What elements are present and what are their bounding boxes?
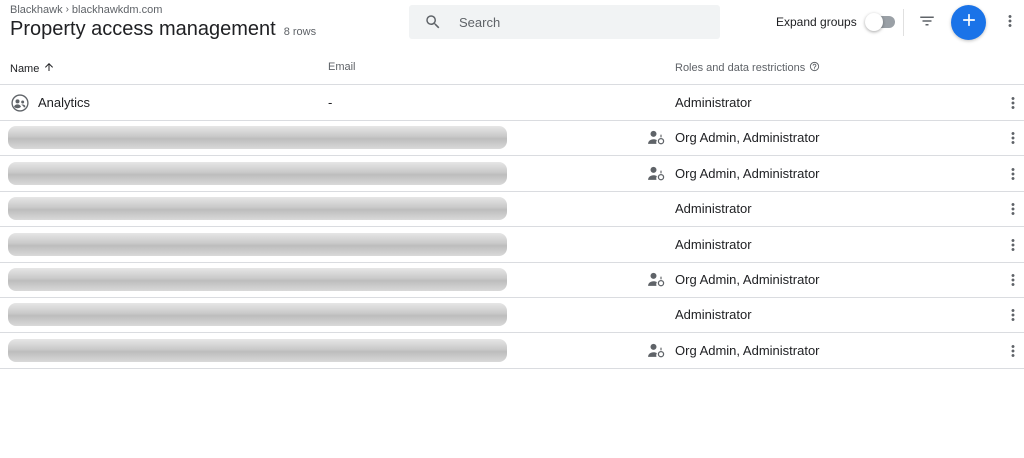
row-more-button[interactable] bbox=[1003, 234, 1023, 256]
row-count: 8 rows bbox=[283, 26, 317, 38]
toolbar-divider bbox=[903, 9, 904, 36]
row-more-button[interactable] bbox=[1003, 198, 1023, 220]
filter-button[interactable] bbox=[916, 12, 938, 34]
redacted-user-name bbox=[8, 126, 507, 150]
row-more-button[interactable] bbox=[1003, 163, 1023, 185]
roles-cell: Administrator bbox=[675, 201, 752, 217]
more-vert-icon bbox=[1004, 342, 1022, 360]
more-vert-icon bbox=[1004, 94, 1022, 112]
row-more-button[interactable] bbox=[1003, 127, 1023, 149]
redacted-user-name bbox=[8, 161, 507, 185]
help-icon[interactable] bbox=[809, 61, 820, 75]
user-name: Analytics bbox=[38, 95, 91, 110]
expand-groups-label: Expand groups bbox=[776, 15, 857, 29]
more-vert-icon bbox=[1004, 165, 1022, 183]
row-more-button[interactable] bbox=[1003, 304, 1023, 326]
redacted-user-name bbox=[8, 338, 507, 362]
table-row[interactable]: Administrator bbox=[0, 227, 1024, 263]
column-header-email-label: Email bbox=[328, 61, 356, 73]
org-admin-icon bbox=[646, 128, 666, 148]
breadcrumb-separator: › bbox=[65, 4, 69, 15]
org-admin-icon bbox=[646, 270, 666, 290]
roles-cell: Org Admin, Administrator bbox=[675, 272, 820, 287]
column-header-name-label: Name bbox=[10, 62, 40, 75]
breadcrumb: Blackhawk › blackhawkdm.com bbox=[10, 4, 162, 16]
roles-cell: Org Admin, Administrator bbox=[675, 165, 820, 181]
title-row: Property access management 8 rows bbox=[10, 17, 316, 41]
table-row[interactable]: Org Admin, Administrator bbox=[0, 120, 1024, 157]
search-input[interactable] bbox=[457, 13, 691, 31]
redacted-user-name bbox=[8, 303, 507, 327]
column-header-name[interactable]: Name bbox=[10, 61, 55, 76]
roles-cell: Org Admin, Administrator bbox=[675, 130, 820, 146]
more-vert-icon bbox=[1004, 271, 1022, 289]
more-vert-icon bbox=[1004, 236, 1022, 254]
breadcrumb-account[interactable]: Blackhawk bbox=[10, 4, 63, 16]
table-row[interactable]: Org Admin, Administrator bbox=[0, 156, 1024, 192]
org-admin-icon bbox=[646, 341, 666, 361]
redacted-user-name bbox=[8, 268, 507, 291]
roles-cell: Org Admin, Administrator bbox=[675, 342, 820, 358]
more-vert-icon bbox=[1001, 12, 1019, 35]
table-row[interactable]: Org Admin, Administrator bbox=[0, 262, 1024, 298]
more-vert-icon bbox=[1004, 129, 1022, 147]
roles-cell: Administrator bbox=[675, 95, 752, 110]
table-row[interactable]: Org Admin, Administrator bbox=[0, 333, 1024, 369]
group-icon bbox=[10, 93, 30, 113]
table-header: Name Email Roles and data restrictions bbox=[0, 50, 1024, 85]
roles-cell: Administrator bbox=[675, 307, 752, 323]
plus-icon bbox=[959, 10, 979, 35]
add-user-button[interactable] bbox=[951, 5, 986, 40]
toggle-knob bbox=[864, 13, 883, 31]
email-cell: - bbox=[328, 95, 333, 110]
filter-icon bbox=[918, 12, 936, 35]
name-cell: Analytics bbox=[10, 85, 90, 120]
table-row[interactable]: Administrator bbox=[0, 297, 1024, 334]
search-icon bbox=[423, 12, 443, 32]
arrow-up-icon bbox=[43, 61, 55, 76]
property-access-management-page: Blackhawk › blackhawkdm.com Property acc… bbox=[0, 0, 1024, 458]
expand-groups-control: Expand groups bbox=[776, 13, 897, 31]
expand-groups-toggle[interactable] bbox=[864, 13, 897, 31]
row-more-button[interactable] bbox=[1003, 340, 1023, 362]
column-header-roles-label: Roles and data restrictions bbox=[675, 62, 806, 74]
column-header-roles[interactable]: Roles and data restrictions bbox=[675, 61, 820, 75]
page-title: Property access management bbox=[10, 18, 276, 40]
breadcrumb-property[interactable]: blackhawkdm.com bbox=[72, 4, 162, 16]
redacted-user-name bbox=[8, 232, 507, 256]
more-vert-icon bbox=[1004, 306, 1022, 324]
row-more-button[interactable] bbox=[1003, 92, 1023, 114]
redacted-user-name bbox=[8, 197, 507, 221]
table-row[interactable]: Analytics - Administrator bbox=[0, 85, 1024, 121]
row-more-button[interactable] bbox=[1003, 269, 1023, 291]
roles-cell: Administrator bbox=[675, 236, 752, 252]
table-row[interactable]: Administrator bbox=[0, 191, 1024, 228]
more-vert-icon bbox=[1004, 200, 1022, 218]
org-admin-icon bbox=[646, 164, 666, 184]
search-box[interactable] bbox=[409, 5, 720, 39]
more-options-button[interactable] bbox=[1000, 12, 1020, 34]
column-header-email[interactable]: Email bbox=[328, 61, 356, 73]
